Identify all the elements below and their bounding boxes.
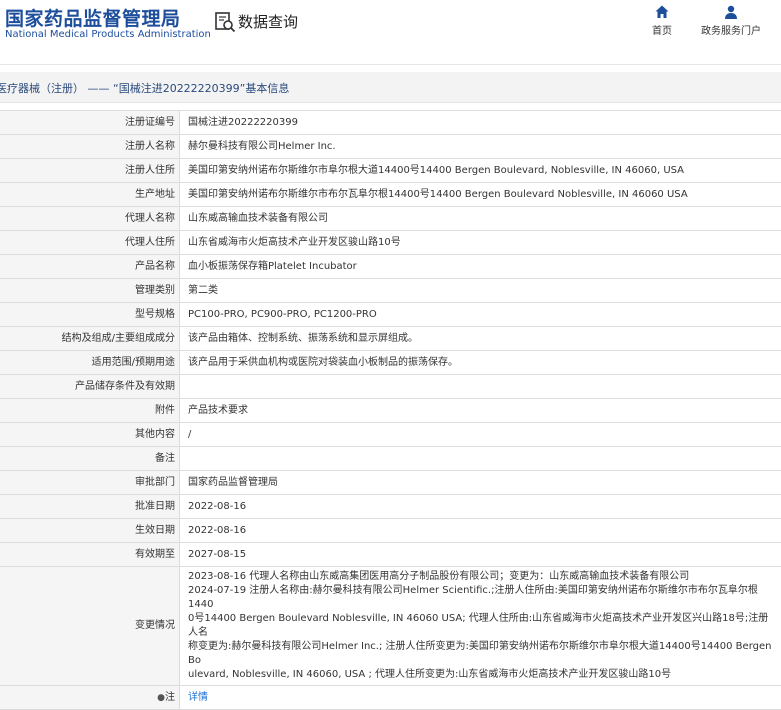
row-value: 该产品用于采供血机构或医院对袋装血小板制品的振荡保存。 <box>180 351 781 375</box>
user-icon <box>723 4 739 20</box>
table-row: 审批部门国家药品监督管理局 <box>0 471 781 495</box>
nav-service-portal[interactable]: 政务服务门户 <box>700 4 762 37</box>
document-search-icon <box>214 11 236 33</box>
row-value: 国家药品监督管理局 <box>180 471 781 495</box>
table-row: 结构及组成/主要组成成分该产品由箱体、控制系统、振荡系统和显示屏组成。 <box>0 327 781 351</box>
details-link[interactable]: 详情 <box>188 692 208 703</box>
row-label: 产品储存条件及有效期 <box>0 375 180 399</box>
site-logo-cn[interactable]: 国家药品监督管理局 <box>5 4 181 31</box>
note-value-cell: 详情 <box>180 686 781 710</box>
table-row: 代理人名称山东威高输血技术装备有限公司 <box>0 207 781 231</box>
row-label: 代理人住所 <box>0 231 180 255</box>
header-divider <box>0 64 781 65</box>
table-row: 备注 <box>0 447 781 471</box>
row-value: 2022-08-16 <box>180 519 781 543</box>
row-label: 注册人住所 <box>0 159 180 183</box>
row-label: 注册人名称 <box>0 135 180 159</box>
table-row: 注册人住所美国印第安纳州诺布尔斯维尔市阜尔根大道14400号14400 Berg… <box>0 159 781 183</box>
row-label: 附件 <box>0 399 180 423</box>
row-label: 生产地址 <box>0 183 180 207</box>
note-row: ●注 详情 <box>0 686 781 710</box>
pin-icon: ● <box>157 693 165 703</box>
note-label-cell: ●注 <box>0 686 180 710</box>
row-value: 2022-08-16 <box>180 495 781 519</box>
change-history-label: 变更情况 <box>0 567 180 686</box>
row-label: 适用范围/预期用途 <box>0 351 180 375</box>
row-value: 2027-08-15 <box>180 543 781 567</box>
table-row: 产品名称血小板振荡保存箱Platelet Incubator <box>0 255 781 279</box>
nav-home[interactable]: 首页 <box>648 4 676 37</box>
row-label: 结构及组成/主要组成成分 <box>0 327 180 351</box>
row-label: 审批部门 <box>0 471 180 495</box>
breadcrumb: 医疗器械（注册） —— “国械注进20222220399”基本信息 <box>0 72 781 103</box>
table-row: 管理类别第二类 <box>0 279 781 303</box>
row-value <box>180 375 781 399</box>
row-value: 美国印第安纳州诺布尔斯维尔市阜尔根大道14400号14400 Bergen Bo… <box>180 159 781 183</box>
row-value: 血小板振荡保存箱Platelet Incubator <box>180 255 781 279</box>
row-value: 美国印第安纳州诺布尔斯维尔市布尔瓦阜尔根14400号14400 Bergen B… <box>180 183 781 207</box>
site-logo-en[interactable]: National Medical Products Administration <box>5 29 211 40</box>
home-icon <box>654 4 670 20</box>
row-value: 国械注进20222220399 <box>180 111 781 135</box>
table-row: 生产地址美国印第安纳州诺布尔斯维尔市布尔瓦阜尔根14400号14400 Berg… <box>0 183 781 207</box>
table-row: 批准日期2022-08-16 <box>0 495 781 519</box>
table-row: 产品储存条件及有效期 <box>0 375 781 399</box>
table-row: 注册证编号国械注进20222220399 <box>0 111 781 135</box>
nav-home-label: 首页 <box>652 26 672 37</box>
row-label: 生效日期 <box>0 519 180 543</box>
row-value: 第二类 <box>180 279 781 303</box>
row-value: 赫尔曼科技有限公司Helmer Inc. <box>180 135 781 159</box>
table-row: 附件产品技术要求 <box>0 399 781 423</box>
row-label: 产品名称 <box>0 255 180 279</box>
change-history-value: 2023-08-16 代理人名称由山东威高集团医用高分子制品股份有限公司；变更为… <box>180 567 781 686</box>
row-label: 代理人名称 <box>0 207 180 231</box>
table-row: 型号规格PC100-PRO, PC900-PRO, PC1200-PRO <box>0 303 781 327</box>
nav-service-portal-label: 政务服务门户 <box>701 26 761 37</box>
table-row: 有效期至2027-08-15 <box>0 543 781 567</box>
note-label: 注 <box>165 692 175 703</box>
row-label: 有效期至 <box>0 543 180 567</box>
row-value: PC100-PRO, PC900-PRO, PC1200-PRO <box>180 303 781 327</box>
row-value: 山东威高输血技术装备有限公司 <box>180 207 781 231</box>
breadcrumb-text: 医疗器械（注册） —— “国械注进20222220399”基本信息 <box>0 80 289 96</box>
row-label: 管理类别 <box>0 279 180 303</box>
row-label: 型号规格 <box>0 303 180 327</box>
row-value: 山东省威海市火炬高技术产业开发区骏山路10号 <box>180 231 781 255</box>
row-label: 备注 <box>0 447 180 471</box>
data-query-label: 数据查询 <box>238 11 298 32</box>
row-value: 该产品由箱体、控制系统、振荡系统和显示屏组成。 <box>180 327 781 351</box>
change-history-row: 变更情况 2023-08-16 代理人名称由山东威高集团医用高分子制品股份有限公… <box>0 567 781 686</box>
row-label: 批准日期 <box>0 495 180 519</box>
registration-info-table: 注册证编号国械注进20222220399 注册人名称赫尔曼科技有限公司Helme… <box>0 110 781 710</box>
table-row: 注册人名称赫尔曼科技有限公司Helmer Inc. <box>0 135 781 159</box>
table-row: 其他内容/ <box>0 423 781 447</box>
table-row: 代理人住所山东省威海市火炬高技术产业开发区骏山路10号 <box>0 231 781 255</box>
table-row: 生效日期2022-08-16 <box>0 519 781 543</box>
site-header: 国家药品监督管理局 National Medical Products Admi… <box>0 0 781 56</box>
table-row: 适用范围/预期用途该产品用于采供血机构或医院对袋装血小板制品的振荡保存。 <box>0 351 781 375</box>
row-label: 其他内容 <box>0 423 180 447</box>
row-label: 注册证编号 <box>0 111 180 135</box>
row-value: 产品技术要求 <box>180 399 781 423</box>
row-value <box>180 447 781 471</box>
row-value: / <box>180 423 781 447</box>
